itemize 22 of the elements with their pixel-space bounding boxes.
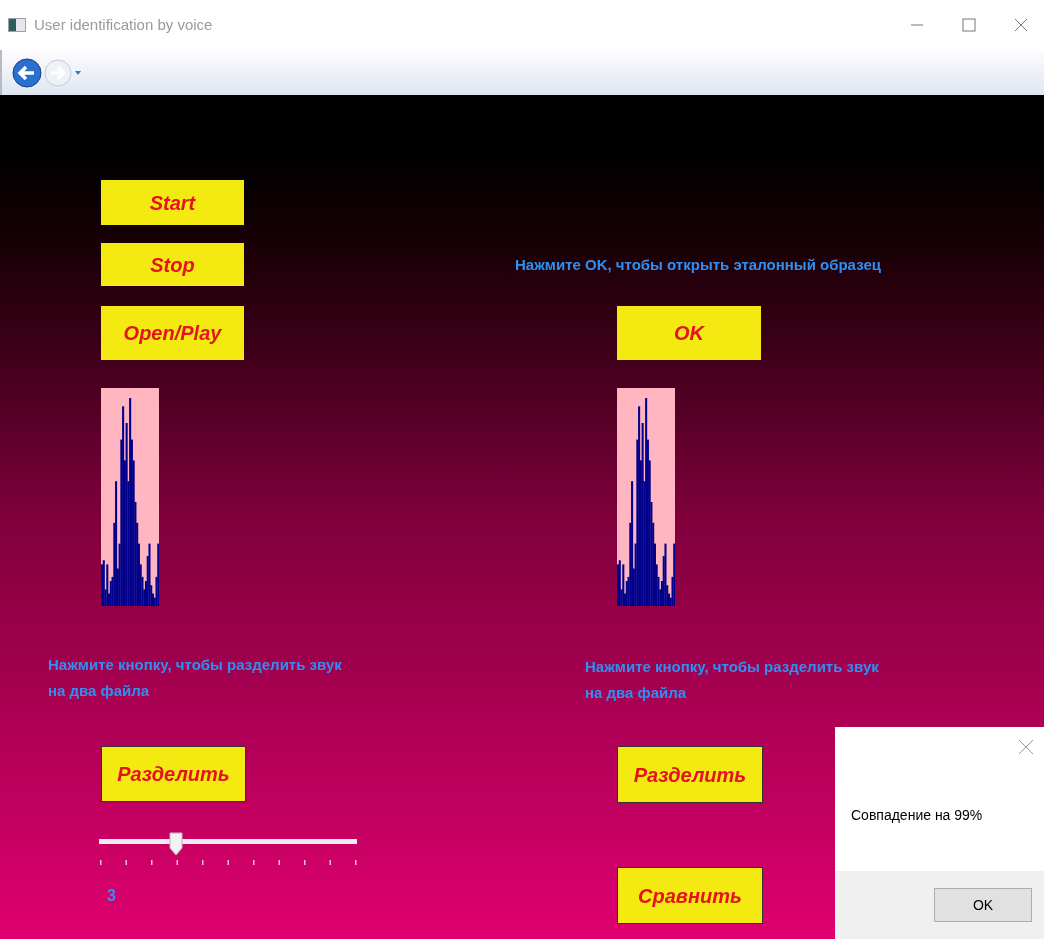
close-icon[interactable] (1018, 739, 1034, 755)
open-hint: Нажмите OK, чтобы открыть эталонный образец (515, 255, 882, 275)
action-button[interactable]: Start (101, 180, 244, 225)
action-button[interactable]: Сравнить (617, 867, 763, 924)
back-icon[interactable] (12, 57, 42, 88)
slider-value: 3 (107, 886, 117, 906)
action-button[interactable]: Open/Play (101, 306, 244, 360)
app-icon (8, 18, 26, 32)
close-icon (1014, 18, 1028, 32)
action-button[interactable]: Разделить (617, 746, 763, 803)
ok-button[interactable]: OK (934, 888, 1032, 922)
maximize-icon (962, 18, 976, 32)
action-button[interactable]: Разделить (101, 746, 246, 802)
split-hint: Нажмите кнопку, чтобы разделить звук на два файла (585, 657, 880, 703)
dropdown-icon[interactable] (74, 69, 82, 76)
action-button[interactable]: OK (617, 306, 761, 360)
slider[interactable] (99, 832, 357, 868)
action-button[interactable]: Stop (101, 243, 244, 286)
split-hint: Нажмите кнопку, чтобы разделить звук на два файла (48, 655, 343, 701)
slider-thumb[interactable] (169, 832, 184, 856)
dialog-message: Совпадение на 99% (850, 806, 984, 825)
window-title: User identification by voice (34, 14, 213, 35)
